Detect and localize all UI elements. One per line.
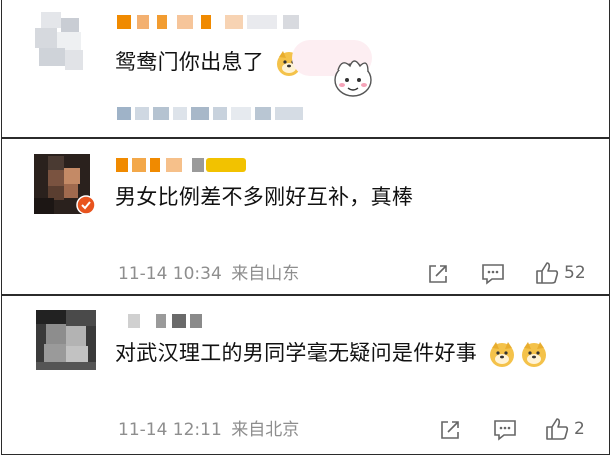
comment-text: 鸳鸯门你出息了 <box>115 49 303 77</box>
comment-text: 对武汉理工的男同学毫无疑问是件好事 <box>115 340 548 368</box>
comment-icon[interactable] <box>492 418 518 442</box>
avatar[interactable] <box>33 12 85 74</box>
doge-icon <box>522 342 547 367</box>
comment-text-content: 对武汉理工的男同学毫无疑问是件好事 <box>115 341 478 365</box>
comment-meta: 11-14 10:34 来自山东 <box>118 264 299 284</box>
sticker-icon <box>334 60 372 97</box>
like-icon <box>536 262 559 284</box>
like-button[interactable]: 52 <box>534 260 586 286</box>
like-count: 2 <box>574 419 585 439</box>
comment-icon[interactable] <box>480 262 506 286</box>
doge-icon <box>490 342 515 367</box>
comment-text: 男女比例差不多刚好互补，真棒 <box>115 184 413 210</box>
location: 来自山东 <box>231 264 300 284</box>
meta-redacted <box>117 107 307 120</box>
comment-card: 男女比例差不多刚好互补，真棒 11-14 10:34 来自山东 52 <box>1 138 610 295</box>
like-count: 52 <box>564 263 586 283</box>
comment-card: 鸳鸯门你出息了 <box>1 0 610 138</box>
share-icon[interactable] <box>426 262 450 286</box>
timestamp: 11-14 12:11 <box>118 420 222 440</box>
comment-meta: 11-14 12:11 来自北京 <box>118 420 299 440</box>
username-redacted[interactable] <box>116 158 251 172</box>
username-redacted[interactable] <box>128 314 208 328</box>
location: 来自北京 <box>231 420 300 440</box>
avatar[interactable] <box>36 310 96 370</box>
share-icon[interactable] <box>438 418 462 442</box>
comment-text-content: 鸳鸯门你出息了 <box>115 50 265 74</box>
like-icon <box>546 418 569 440</box>
username-redacted[interactable] <box>117 15 302 29</box>
like-button[interactable]: 2 <box>544 416 585 442</box>
verified-badge-icon <box>76 195 96 215</box>
timestamp: 11-14 10:34 <box>118 264 222 284</box>
comment-text-content: 男女比例差不多刚好互补，真棒 <box>115 185 414 209</box>
comment-card: 对武汉理工的男同学毫无疑问是件好事 11-14 12:11 来自北京 2 <box>1 295 610 455</box>
